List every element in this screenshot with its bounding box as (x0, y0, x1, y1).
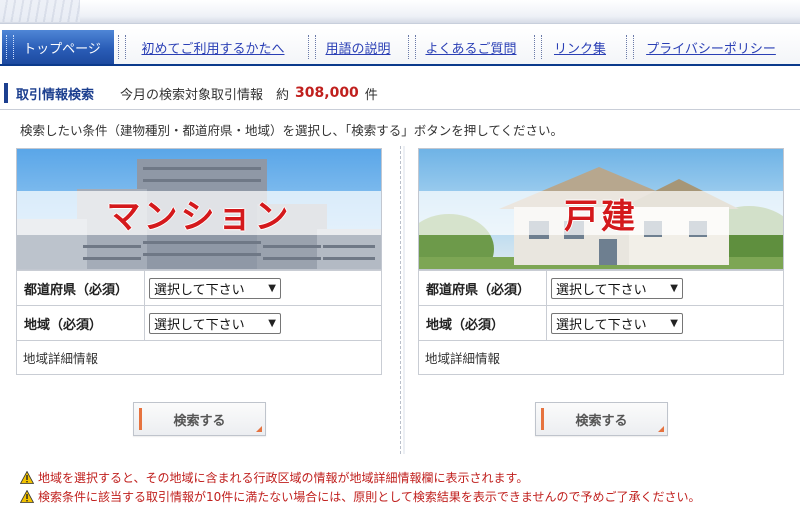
nav-item-top[interactable]: トップページ (2, 30, 114, 64)
button-corner-icon (256, 426, 262, 432)
nav-item-label: プライバシーポリシー (646, 41, 776, 57)
warning-icon (20, 490, 34, 503)
button-corner-icon (658, 426, 664, 432)
house-hero-image: 戸建 (418, 148, 784, 270)
count-value: 308,000 (295, 85, 359, 101)
title-marker (4, 83, 8, 103)
mansion-search-button[interactable]: 検索する (133, 402, 266, 436)
nav-item-links[interactable]: リンク集 (530, 30, 622, 64)
nav-item-faq[interactable]: よくあるご質問 (404, 30, 530, 64)
house-panel: 戸建 都道府県（必須） 選択して下さい ▼ 地域（必須） 選択して下さい ▼ 地… (418, 148, 784, 436)
button-accent-bar (139, 408, 142, 430)
instruction-text: 検索したい条件（建物種別・都道府県・地域）を選択し、「検索する」ボタンを押してく… (20, 123, 564, 138)
note-item: 地域を選択すると、その地域に含まれる行政区域の情報が地域詳細情報欄に表示されます… (20, 468, 796, 487)
nav-item-first-time[interactable]: 初めてご利用するかたへ (114, 30, 304, 64)
nav-grip-icon (6, 35, 14, 59)
top-banner (0, 0, 800, 24)
select-value: 選択して下さい (556, 317, 647, 333)
note-item: 検索条件に該当する取引情報が10件に満たない場合には、原則として検索結果を表示で… (20, 487, 796, 506)
title-row: 取引情報検索 今月の検索対象取引情報 約 308,000 件 (0, 82, 800, 104)
nav-grip-icon (308, 35, 316, 59)
select-value: 選択して下さい (556, 282, 647, 298)
chevron-down-icon: ▼ (268, 317, 276, 329)
nav-item-label: 用語の説明 (325, 41, 391, 57)
select-value: 選択して下さい (154, 282, 245, 298)
banner-decoration (0, 0, 80, 22)
nav-item-label: トップページ (23, 41, 101, 57)
house-prefecture-select[interactable]: 選択して下さい ▼ (551, 277, 683, 299)
title-divider (0, 109, 800, 110)
note-text: 地域を選択すると、その地域に含まれる行政区域の情報が地域詳細情報欄に表示されます… (38, 471, 529, 485)
panel-divider-shadow (403, 146, 405, 454)
count-label: 今月の検索対象取引情報 約 (120, 87, 290, 103)
button-accent-bar (541, 408, 544, 430)
house-region-detail: 地域詳細情報 (418, 340, 784, 375)
nav-grip-icon (626, 35, 634, 59)
house-form: 都道府県（必須） 選択して下さい ▼ 地域（必須） 選択して下さい ▼ 地域詳細… (418, 270, 784, 375)
nav-item-label: よくあるご質問 (425, 41, 517, 57)
region-label: 地域（必須） (16, 305, 145, 341)
select-value: 選択して下さい (154, 317, 245, 333)
prefecture-label: 都道府県（必須） (418, 270, 547, 306)
nav-item-label: リンク集 (553, 41, 606, 57)
nav-item-privacy[interactable]: プライバシーポリシー (622, 30, 792, 64)
mansion-region-detail: 地域詳細情報 (16, 340, 382, 375)
nav-grip-icon (118, 35, 126, 59)
panel-divider (400, 146, 401, 454)
notes: 地域を選択すると、その地域に含まれる行政区域の情報が地域詳細情報欄に表示されます… (20, 468, 796, 506)
count-unit: 件 (364, 87, 378, 103)
house-search-button[interactable]: 検索する (535, 402, 668, 436)
search-button-label: 検索する (575, 413, 628, 429)
chevron-down-icon: ▼ (670, 282, 678, 294)
mansion-form: 都道府県（必須） 選択して下さい ▼ 地域（必須） 選択して下さい ▼ 地域詳細… (16, 270, 382, 375)
nav-grip-icon (408, 35, 416, 59)
nav-item-glossary[interactable]: 用語の説明 (304, 30, 404, 64)
house-region-select[interactable]: 選択して下さい ▼ (551, 312, 683, 334)
note-text: 検索条件に該当する取引情報が10件に満たない場合には、原則として検索結果を表示で… (38, 490, 701, 504)
house-hero-label: 戸建 (564, 197, 638, 237)
warning-icon (20, 471, 34, 484)
nav-item-label: 初めてご利用するかたへ (141, 41, 285, 57)
chevron-down-icon: ▼ (670, 317, 678, 329)
region-label: 地域（必須） (418, 305, 547, 341)
nav-grip-icon (534, 35, 542, 59)
mansion-prefecture-select[interactable]: 選択して下さい ▼ (149, 277, 281, 299)
main-nav: トップページ 初めてご利用するかたへ 用語の説明 よくあるご質問 リンク集 プラ… (0, 28, 800, 66)
mansion-hero-label: マンション (106, 197, 292, 237)
page-title: 取引情報検索 (16, 87, 95, 103)
prefecture-label: 都道府県（必須） (16, 270, 145, 306)
chevron-down-icon: ▼ (268, 282, 276, 294)
search-button-label: 検索する (173, 413, 226, 429)
mansion-hero-image: マンション (16, 148, 382, 270)
mansion-panel: マンション 都道府県（必須） 選択して下さい ▼ 地域（必須） 選択して下さい … (16, 148, 382, 436)
mansion-region-select[interactable]: 選択して下さい ▼ (149, 312, 281, 334)
